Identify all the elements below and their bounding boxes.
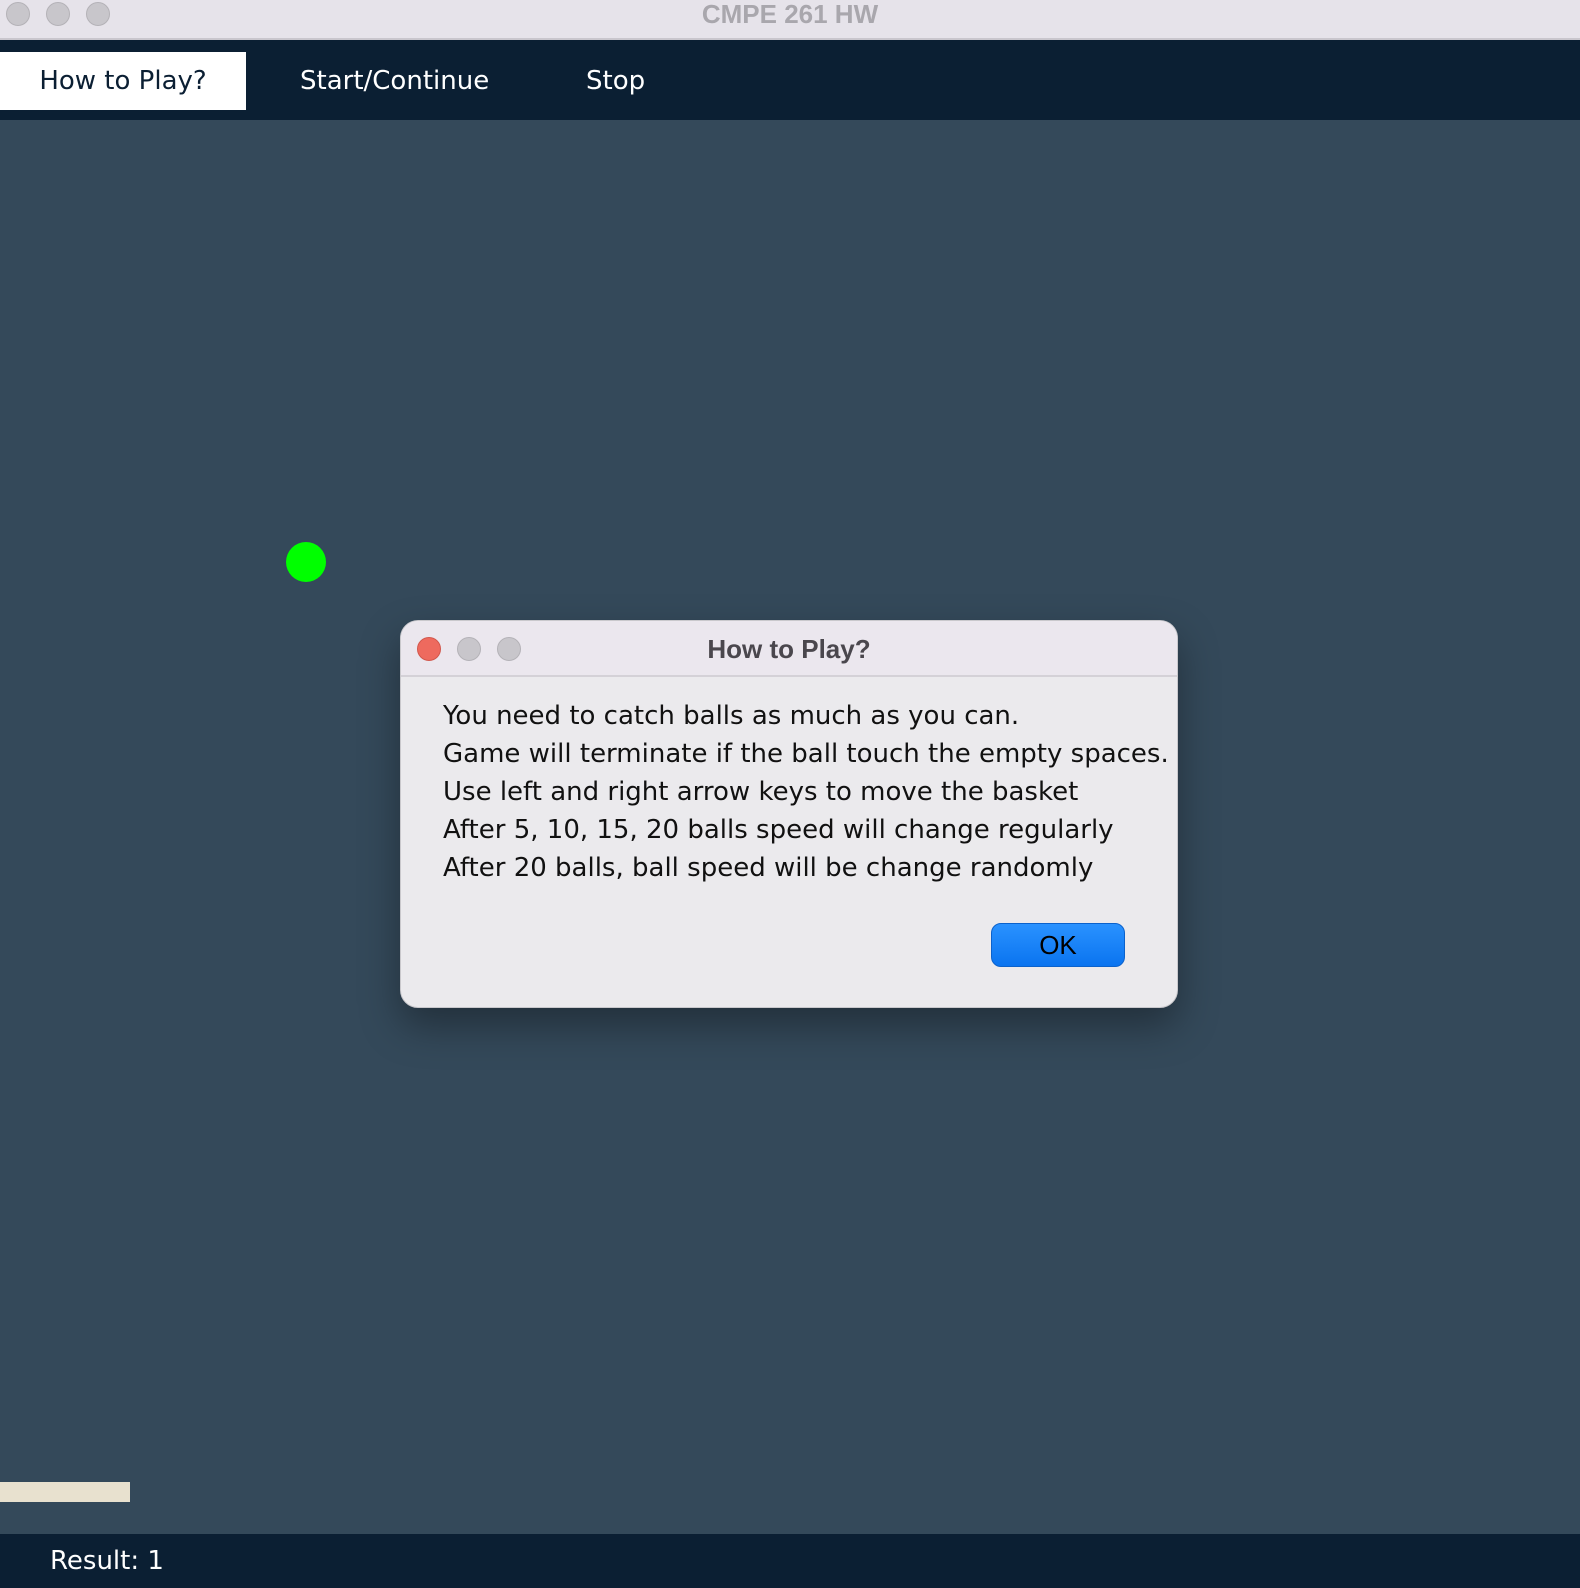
window-titlebar: CMPE 261 HW — [0, 0, 1580, 40]
status-bar: Result: 1 — [0, 1534, 1580, 1588]
instruction-line: After 5, 10, 15, 20 balls speed will cha… — [443, 815, 1114, 845]
instruction-line: After 20 balls, ball speed will be chang… — [443, 853, 1094, 883]
how-to-play-dialog: How to Play? You need to catch balls as … — [400, 620, 1178, 1008]
menu-bar: How to Play? Start/Continue Stop — [0, 40, 1580, 120]
result-label: Result: — [50, 1546, 140, 1576]
instruction-line: Game will terminate if the ball touch th… — [443, 739, 1169, 769]
dialog-titlebar: How to Play? — [401, 621, 1177, 677]
ok-button[interactable]: OK — [991, 923, 1125, 967]
falling-ball — [286, 542, 326, 582]
menu-how-to-play[interactable]: How to Play? — [0, 52, 246, 110]
menu-stop[interactable]: Stop — [586, 52, 645, 110]
basket — [0, 1482, 130, 1502]
dialog-message: You need to catch balls as much as you c… — [443, 697, 1169, 887]
instruction-line: You need to catch balls as much as you c… — [443, 701, 1020, 731]
result-value: 1 — [147, 1546, 164, 1576]
instruction-line: Use left and right arrow keys to move th… — [443, 777, 1079, 807]
window-title: CMPE 261 HW — [701, 0, 879, 29]
dialog-title: How to Play? — [707, 634, 871, 664]
menu-start-continue[interactable]: Start/Continue — [300, 52, 489, 110]
result-display: Result: 1 — [50, 1534, 164, 1588]
